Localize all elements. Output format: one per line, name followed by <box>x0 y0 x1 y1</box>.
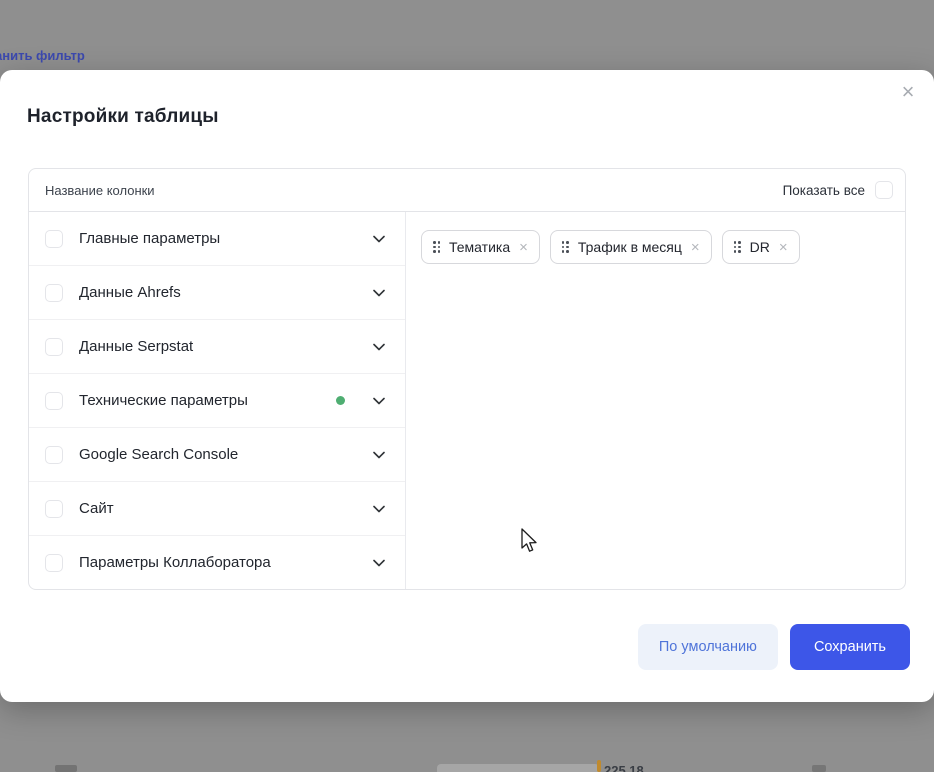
category-checkbox[interactable] <box>45 500 63 518</box>
category-label: Технические параметры <box>79 392 320 409</box>
category-checkbox[interactable] <box>45 230 63 248</box>
drag-handle-icon[interactable] <box>433 241 440 253</box>
chevron-down-icon <box>371 339 387 355</box>
category-checkbox[interactable] <box>45 446 63 464</box>
save-filter-link-partial[interactable]: анить фильтр <box>0 48 85 63</box>
category-row-google-search-console[interactable]: Google Search Console <box>29 428 405 482</box>
category-checkbox[interactable] <box>45 338 63 356</box>
remove-chip-icon[interactable]: × <box>691 239 700 255</box>
close-icon[interactable]: × <box>894 78 922 106</box>
category-row-ahrefs[interactable]: Данные Ahrefs <box>29 266 405 320</box>
chevron-down-icon <box>371 501 387 517</box>
category-checkbox[interactable] <box>45 392 63 410</box>
show-all-toggle[interactable]: Показать все <box>783 181 893 199</box>
drag-handle-icon[interactable] <box>734 241 741 253</box>
panel-body: Главные параметры Данные Ahrefs Данные S… <box>29 212 905 589</box>
background-text-fragment <box>55 765 77 772</box>
category-checkbox[interactable] <box>45 554 63 572</box>
remove-chip-icon[interactable]: × <box>519 239 528 255</box>
active-indicator-dot <box>336 396 345 405</box>
category-row-site[interactable]: Сайт <box>29 482 405 536</box>
show-all-label: Показать все <box>783 183 865 198</box>
background-price-value: 225.18 <box>604 763 644 772</box>
chevron-down-icon <box>371 285 387 301</box>
chip-label: Тематика <box>449 239 510 255</box>
category-label: Данные Ahrefs <box>79 284 355 301</box>
background-text-fragment <box>812 765 826 772</box>
background-table-row-partial: 225.18 <box>0 755 934 772</box>
modal-footer: По умолчанию Сохранить <box>638 624 910 670</box>
chip-label: Трафик в месяц <box>578 239 682 255</box>
category-label: Сайт <box>79 500 355 517</box>
category-row-main-params[interactable]: Главные параметры <box>29 212 405 266</box>
selected-columns-area: Тематика × Трафик в месяц × DR × <box>406 212 905 589</box>
chevron-down-icon <box>371 555 387 571</box>
category-label: Главные параметры <box>79 230 355 247</box>
chip-label: DR <box>750 239 770 255</box>
category-list: Главные параметры Данные Ahrefs Данные S… <box>29 212 406 589</box>
chevron-down-icon <box>371 231 387 247</box>
chevron-down-icon <box>371 447 387 463</box>
show-all-checkbox[interactable] <box>875 181 893 199</box>
table-settings-modal: × Настройки таблицы Название колонки Пок… <box>0 70 934 702</box>
column-name-header: Название колонки <box>45 183 155 198</box>
category-checkbox[interactable] <box>45 284 63 302</box>
category-row-technical-params[interactable]: Технические параметры <box>29 374 405 428</box>
category-row-collaborator-params[interactable]: Параметры Коллаборатора <box>29 536 405 589</box>
columns-panel: Название колонки Показать все Главные па… <box>28 168 906 590</box>
panel-header: Название колонки Показать все <box>29 169 905 212</box>
category-row-serpstat[interactable]: Данные Serpstat <box>29 320 405 374</box>
default-button[interactable]: По умолчанию <box>638 624 778 670</box>
column-chip-dr[interactable]: DR × <box>722 230 800 264</box>
background-cell-bar <box>437 764 599 772</box>
drag-handle-icon[interactable] <box>562 241 569 253</box>
modal-title: Настройки таблицы <box>27 106 219 128</box>
category-label: Параметры Коллаборатора <box>79 554 355 571</box>
chevron-down-icon <box>371 393 387 409</box>
remove-chip-icon[interactable]: × <box>779 239 788 255</box>
save-button[interactable]: Сохранить <box>790 624 910 670</box>
category-label: Google Search Console <box>79 446 355 463</box>
column-chip-trafik-v-mesyac[interactable]: Трафик в месяц × <box>550 230 712 264</box>
column-chip-tematika[interactable]: Тематика × <box>421 230 540 264</box>
price-marker-icon <box>597 760 601 772</box>
category-label: Данные Serpstat <box>79 338 355 355</box>
